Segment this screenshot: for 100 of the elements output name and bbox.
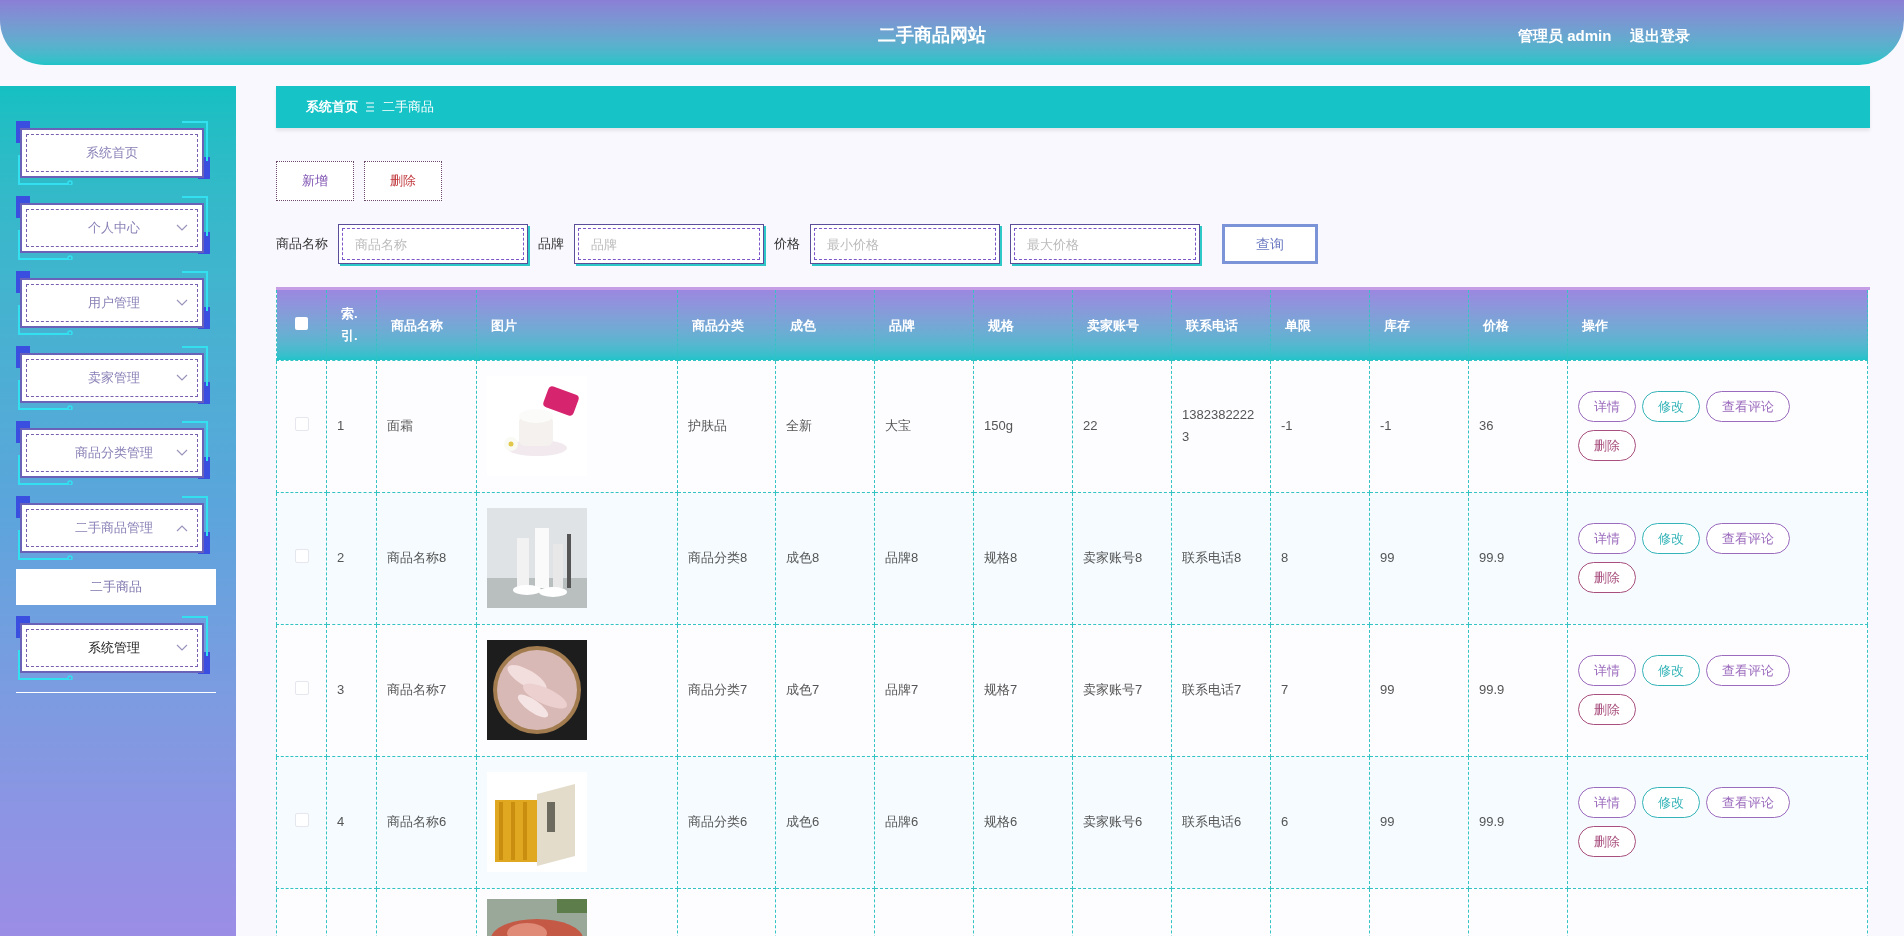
detail-button[interactable]: 详情 xyxy=(1578,391,1636,422)
table-cell-text: -1 xyxy=(1281,417,1293,435)
field-label: 品牌 xyxy=(538,235,564,254)
table-cell-text: 品牌7 xyxy=(885,681,919,699)
sidebar-item[interactable]: 二手商品管理 xyxy=(20,503,204,553)
table-cell-text: 商品名称6 xyxy=(387,813,447,831)
table-cell-text: 36 xyxy=(1479,417,1494,435)
column-header: 规格 xyxy=(988,316,1014,335)
comments-button[interactable]: 查看评论 xyxy=(1706,655,1790,686)
search-field[interactable]: 品牌 xyxy=(574,224,764,264)
sidebar-item[interactable]: 卖家管理 xyxy=(20,353,204,403)
table-cell-text: 成色8 xyxy=(786,549,820,567)
table-cell-text: 全新 xyxy=(786,417,812,435)
row-checkbox[interactable] xyxy=(294,813,309,827)
table-cell-text: 4 xyxy=(337,813,345,831)
table-cell-text: 护肤品 xyxy=(688,417,727,435)
table-cell-text: 商品名称7 xyxy=(387,681,447,699)
search-field[interactable]: 商品名称 xyxy=(338,224,528,264)
column-header: 操作 xyxy=(1582,316,1608,335)
column-header: 价格 xyxy=(1483,316,1509,335)
table-cell-text: 商品名称8 xyxy=(387,549,447,567)
table-cell-text: 联系电话7 xyxy=(1182,681,1242,699)
edit-button[interactable]: 修改 xyxy=(1642,391,1700,422)
admin-user: 管理员 admin xyxy=(1518,26,1612,46)
table-cell-text: 99.9 xyxy=(1479,681,1505,699)
row-checkbox[interactable] xyxy=(294,681,309,695)
add-button[interactable]: 新增 xyxy=(276,161,354,201)
table-cell-text: 99.9 xyxy=(1479,549,1505,567)
table-cell-text: 成色7 xyxy=(786,681,820,699)
table-cell-text: 8 xyxy=(1281,549,1289,567)
delete-button[interactable]: 删除 xyxy=(1578,694,1636,725)
search-field[interactable]: 最小价格 xyxy=(810,224,1000,264)
table-cell-text: 99 xyxy=(1380,681,1395,699)
row-checkbox[interactable] xyxy=(294,417,309,431)
comments-button[interactable]: 查看评论 xyxy=(1706,523,1790,554)
table-cell-text: 22 xyxy=(1083,417,1098,435)
column-header: 库存 xyxy=(1384,316,1410,335)
detail-button[interactable]: 详情 xyxy=(1578,523,1636,554)
sidebar-item[interactable]: 个人中心 xyxy=(20,203,204,253)
field-label: 商品名称 xyxy=(276,235,328,254)
table-cell-text: 卖家账号7 xyxy=(1083,681,1143,699)
table-cell-text: 3 xyxy=(337,681,345,699)
select-all-checkbox[interactable] xyxy=(295,316,308,330)
table-cell-text: 大宝 xyxy=(885,417,911,435)
site-title: 二手商品网站 xyxy=(878,24,986,47)
delete-button[interactable]: 删除 xyxy=(1578,430,1636,461)
table-cell-text: 面霜 xyxy=(387,417,413,435)
detail-button[interactable]: 详情 xyxy=(1578,655,1636,686)
table-cell-text: 商品分类7 xyxy=(688,681,748,699)
field-label: 价格 xyxy=(774,235,800,254)
column-header: 商品名称 xyxy=(391,316,443,335)
delete-button[interactable]: 删除 xyxy=(1578,826,1636,857)
edit-button[interactable]: 修改 xyxy=(1642,655,1700,686)
column-header: 商品分类 xyxy=(692,316,744,335)
column-header: 联系电话 xyxy=(1186,316,1238,335)
column-header: 卖家账号 xyxy=(1087,316,1139,335)
column-header: 单限 xyxy=(1285,316,1311,335)
table-cell-text: 99 xyxy=(1380,813,1395,831)
search-field[interactable]: 最大价格 xyxy=(1010,224,1200,264)
sidebar-item[interactable]: 系统管理 xyxy=(20,623,204,673)
menu-icon xyxy=(366,102,374,112)
sidebar-item[interactable]: 商品分类管理 xyxy=(20,428,204,478)
logout-link[interactable]: 退出登录 xyxy=(1630,25,1690,48)
query-button[interactable]: 查询 xyxy=(1222,224,1318,264)
table-cell-text: 联系电话8 xyxy=(1182,549,1242,567)
comments-button[interactable]: 查看评论 xyxy=(1706,787,1790,818)
table-cell-text: 13823822223 xyxy=(1182,406,1256,446)
breadcrumb-current: 二手商品 xyxy=(382,98,434,117)
table-cell-text: 99 xyxy=(1380,549,1395,567)
table-cell-text: 150g xyxy=(984,417,1013,435)
table-cell-text: 7 xyxy=(1281,681,1289,699)
table-cell-text: 规格6 xyxy=(984,813,1018,831)
edit-button[interactable]: 修改 xyxy=(1642,523,1700,554)
table-cell-text: 99.9 xyxy=(1479,813,1505,831)
column-header: 成色 xyxy=(790,316,816,335)
column-header: 图片 xyxy=(491,316,517,335)
table-cell-text: 商品分类8 xyxy=(688,549,748,567)
edit-button[interactable]: 修改 xyxy=(1642,787,1700,818)
table-cell-text: -1 xyxy=(1380,417,1392,435)
table-cell-text: 规格7 xyxy=(984,681,1018,699)
table-cell-text: 品牌8 xyxy=(885,549,919,567)
table-cell-text: 卖家账号6 xyxy=(1083,813,1143,831)
detail-button[interactable]: 详情 xyxy=(1578,787,1636,818)
table-cell-text: 6 xyxy=(1281,813,1289,831)
table-cell-text: 联系电话6 xyxy=(1182,813,1242,831)
delete-button[interactable]: 删除 xyxy=(364,161,442,201)
row-checkbox[interactable] xyxy=(294,549,309,563)
table-cell-text: 1 xyxy=(337,417,345,435)
delete-button[interactable]: 删除 xyxy=(1578,562,1636,593)
sidebar-item[interactable]: 用户管理 xyxy=(20,278,204,328)
table-cell-text: 成色6 xyxy=(786,813,820,831)
sidebar-item[interactable]: 系统首页 xyxy=(20,128,204,178)
table-cell-text: 卖家账号8 xyxy=(1083,549,1143,567)
column-header: 索.引. xyxy=(341,304,359,345)
comments-button[interactable]: 查看评论 xyxy=(1706,391,1790,422)
table-cell-text: 品牌6 xyxy=(885,813,919,831)
table-cell-text: 商品分类6 xyxy=(688,813,748,831)
table-cell-text: 2 xyxy=(337,549,345,567)
table-cell-text: 规格8 xyxy=(984,549,1018,567)
submenu-item[interactable]: 二手商品 xyxy=(16,569,216,605)
